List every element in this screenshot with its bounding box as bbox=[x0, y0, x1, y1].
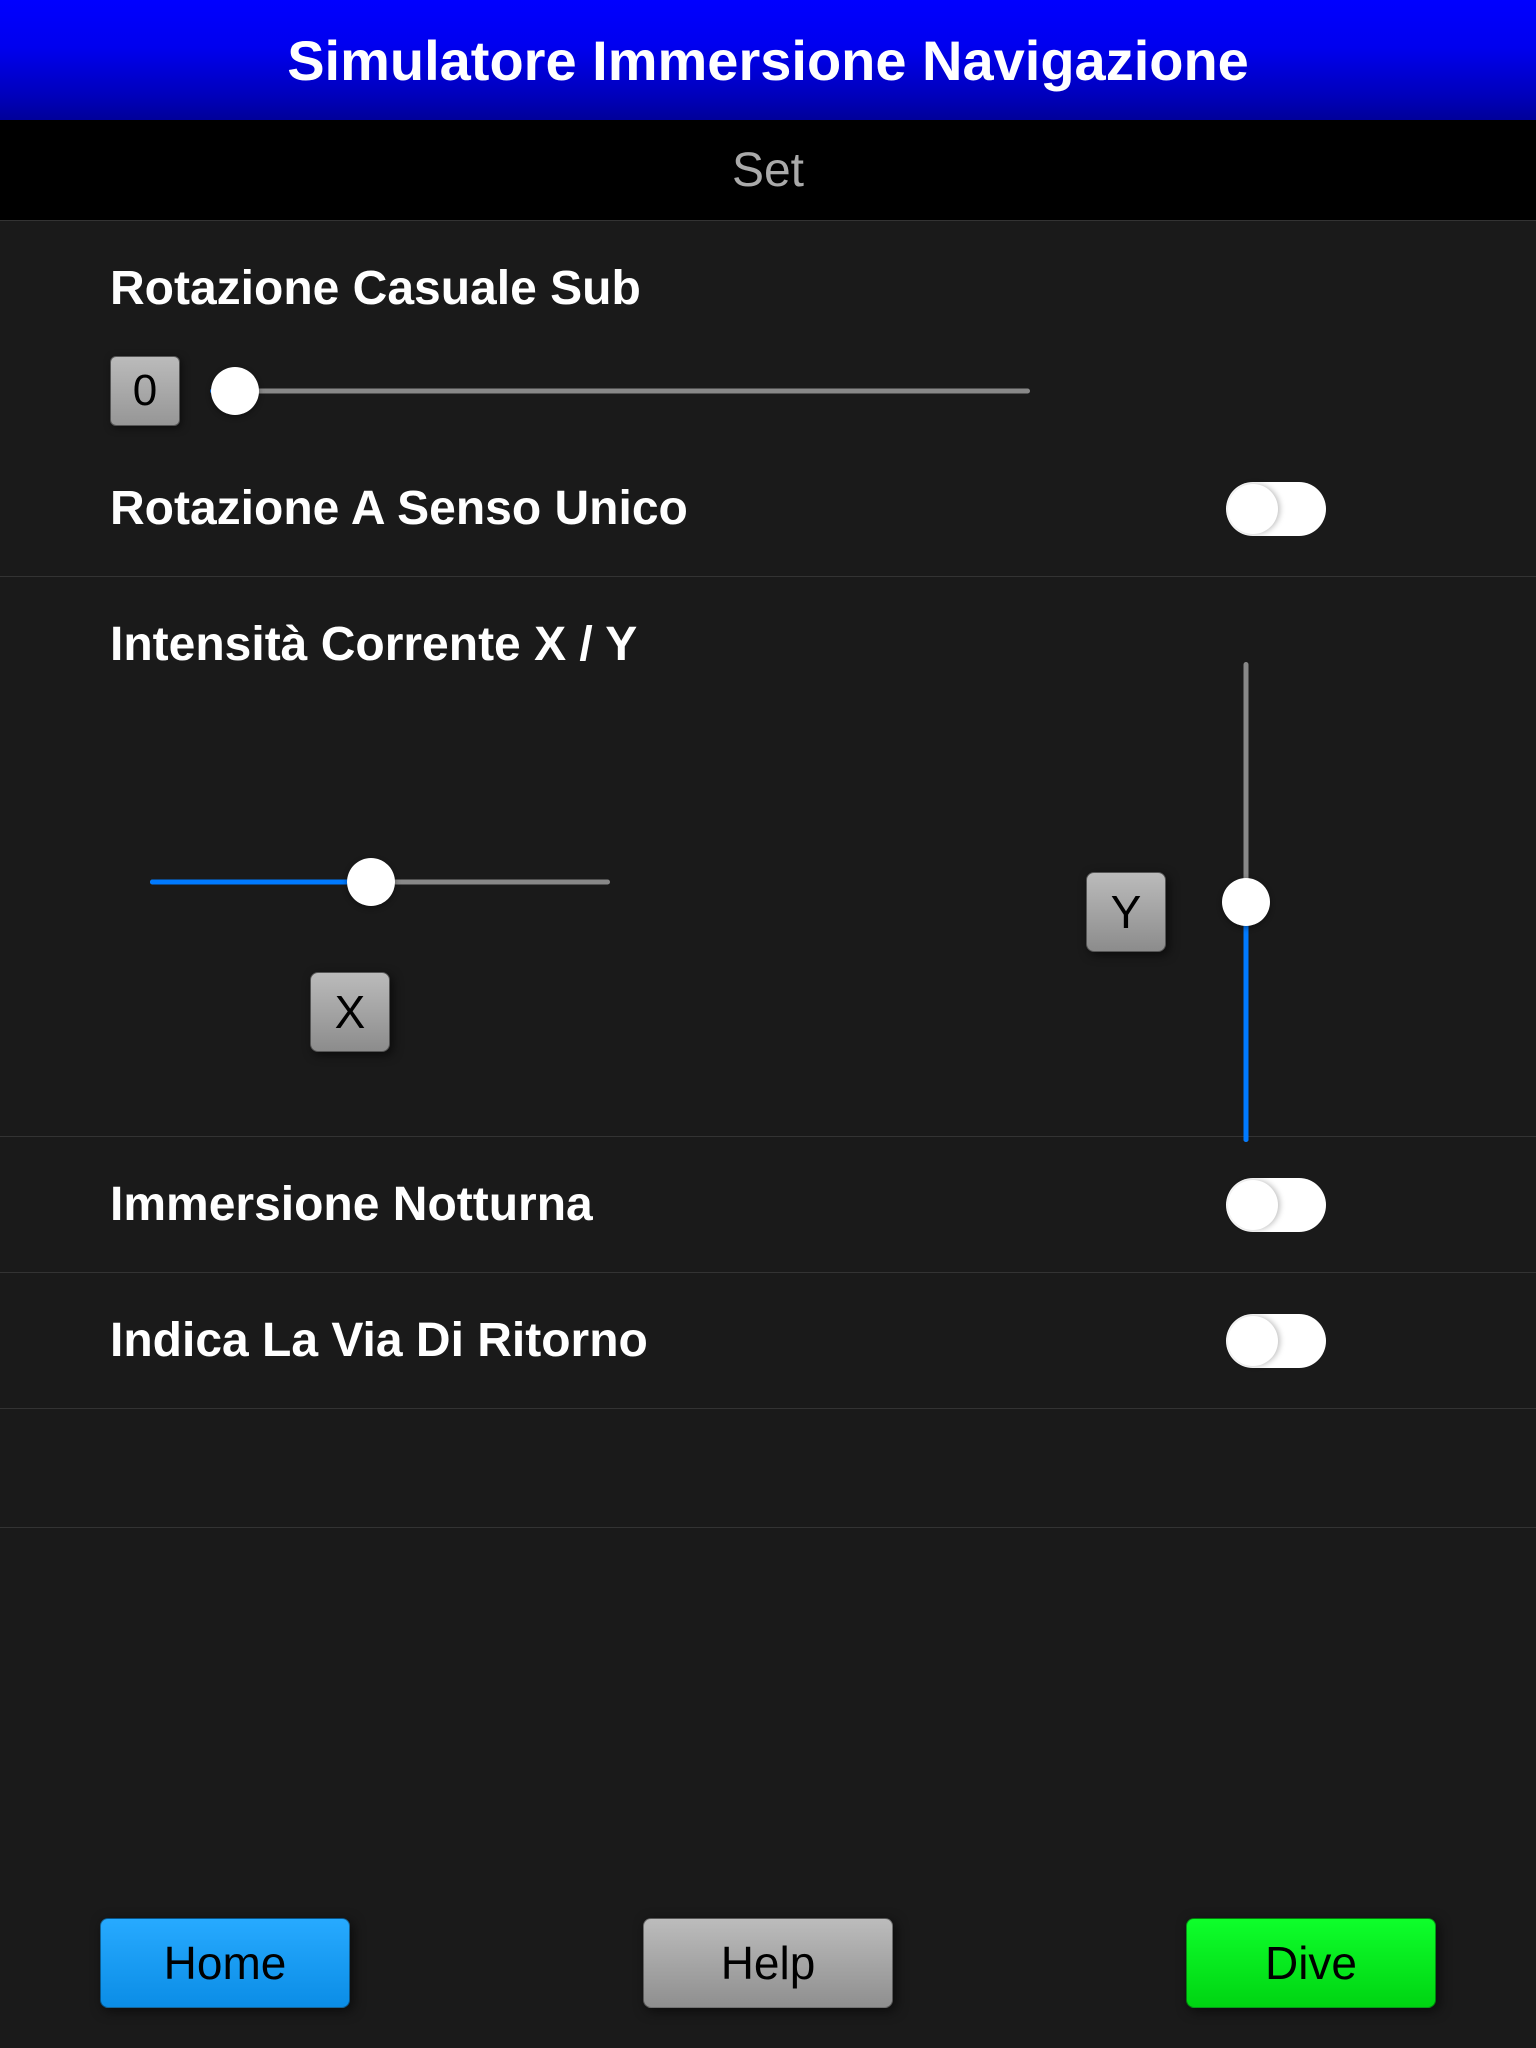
random-rotation-section: Rotazione Casuale Sub 0 Rotazione A Sens… bbox=[0, 220, 1536, 576]
section-title: Set bbox=[732, 143, 804, 198]
one-way-rotation-label: Rotazione A Senso Unico bbox=[110, 481, 688, 536]
random-rotation-slider[interactable] bbox=[210, 371, 1030, 411]
return-path-toggle[interactable] bbox=[1226, 1314, 1326, 1368]
return-path-row: Indica La Via Di Ritorno bbox=[0, 1272, 1536, 1408]
night-dive-row: Immersione Notturna bbox=[0, 1136, 1536, 1272]
night-dive-label: Immersione Notturna bbox=[110, 1177, 593, 1232]
section-header: Set bbox=[0, 120, 1536, 220]
random-rotation-value: 0 bbox=[110, 356, 180, 426]
return-path-label: Indica La Via Di Ritorno bbox=[110, 1313, 648, 1368]
one-way-rotation-toggle[interactable] bbox=[1226, 482, 1326, 536]
night-dive-toggle[interactable] bbox=[1226, 1178, 1326, 1232]
current-y-slider[interactable] bbox=[1226, 662, 1266, 1142]
current-intensity-section: Intensità Corrente X / Y X Y bbox=[0, 576, 1536, 1136]
footer-toolbar: Home Help Dive bbox=[0, 1918, 1536, 2008]
help-button[interactable]: Help bbox=[643, 1918, 893, 2008]
settings-list: Rotazione Casuale Sub 0 Rotazione A Sens… bbox=[0, 220, 1536, 1528]
dive-button[interactable]: Dive bbox=[1186, 1918, 1436, 2008]
app-title: Simulatore Immersione Navigazione bbox=[287, 28, 1249, 93]
random-rotation-label: Rotazione Casuale Sub bbox=[110, 261, 1426, 316]
x-axis-label: X bbox=[310, 972, 390, 1052]
title-bar: Simulatore Immersione Navigazione bbox=[0, 0, 1536, 120]
home-button[interactable]: Home bbox=[100, 1918, 350, 2008]
y-axis-label: Y bbox=[1086, 872, 1166, 952]
empty-row bbox=[0, 1408, 1536, 1528]
